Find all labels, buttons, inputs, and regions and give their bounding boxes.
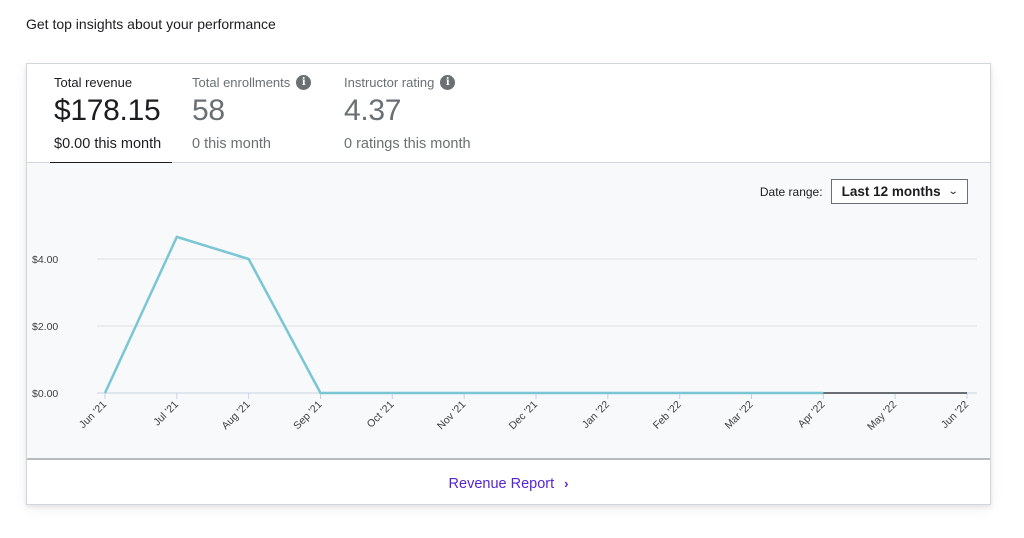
date-range-value: Last 12 months xyxy=(841,184,941,199)
revenue-line xyxy=(103,235,824,395)
chevron-down-icon: ⌄ xyxy=(947,186,959,197)
stat-sub-enrollments: 0 this month xyxy=(192,136,271,152)
x-tick-label: Feb '22 xyxy=(651,399,684,432)
stats-tabs: Total revenue $178.15 $0.00 this month T… xyxy=(27,64,990,164)
stat-sub-revenue: $0.00 this month xyxy=(54,136,162,152)
y-tick-label: $4.00 xyxy=(32,254,58,266)
stat-label: Instructor rating i xyxy=(344,75,456,90)
x-tick-label: May '22 xyxy=(865,399,899,433)
stat-value-enrollments: 58 xyxy=(192,94,225,127)
x-tick-label: Aug '21 xyxy=(219,399,253,433)
revenue-report-link[interactable]: Revenue Report › xyxy=(449,476,569,492)
x-tick-label: Apr '22 xyxy=(796,399,828,431)
tab-total-enrollments[interactable]: Total enrollments i 58 0 this month xyxy=(192,64,332,163)
info-icon[interactable]: i xyxy=(440,75,456,90)
x-tick-label: Oct '21 xyxy=(365,399,397,431)
x-tick-label: Jul '21 xyxy=(151,399,181,429)
stat-value-rating: 4.37 xyxy=(344,94,402,127)
card-footer: Revenue Report › xyxy=(27,462,990,505)
x-tick-label: Mar '22 xyxy=(723,399,756,432)
x-tick-label: Jan '22 xyxy=(580,399,612,431)
stat-label: Total revenue xyxy=(54,75,133,90)
y-tick-label: $0.00 xyxy=(32,388,58,400)
chevron-right-icon: › xyxy=(564,476,569,491)
x-tick-label: Jun '22 xyxy=(939,399,971,431)
x-tick-label: Nov '21 xyxy=(435,399,469,433)
intro-text: Get top insights about your performance xyxy=(26,16,276,32)
tab-instructor-rating[interactable]: Instructor rating i 4.37 0 ratings this m… xyxy=(344,64,504,163)
x-tick-label: Dec '21 xyxy=(507,399,541,433)
info-icon[interactable]: i xyxy=(296,75,312,90)
chart-area: $0.00 $2.00 $4.00 Jun '21 Jul '21 Aug '21 Sep … xyxy=(27,163,990,460)
tab-total-revenue[interactable]: Total revenue $178.15 $0.00 this month xyxy=(50,64,172,164)
y-tick-label: $2.00 xyxy=(32,321,58,333)
revenue-report-label: Revenue Report xyxy=(448,475,555,492)
stat-value-revenue: $178.15 xyxy=(54,94,161,127)
stat-label: Total enrollments i xyxy=(192,75,312,90)
insights-card: Total revenue $178.15 $0.00 this month T… xyxy=(26,63,991,505)
revenue-line-chart: $0.00 $2.00 $4.00 Jun '21 Jul '21 Aug '21 Sep … xyxy=(32,235,977,433)
stat-sub-rating: 0 ratings this month xyxy=(344,136,471,152)
date-range-select[interactable]: Last 12 months ⌄ xyxy=(830,179,968,204)
date-range-label: Date range: xyxy=(759,184,823,199)
x-tick-label: Sep '21 xyxy=(291,399,325,433)
x-tick-label: Jun '21 xyxy=(77,399,109,431)
date-range: Date range: Last 12 months ⌄ xyxy=(760,179,968,204)
